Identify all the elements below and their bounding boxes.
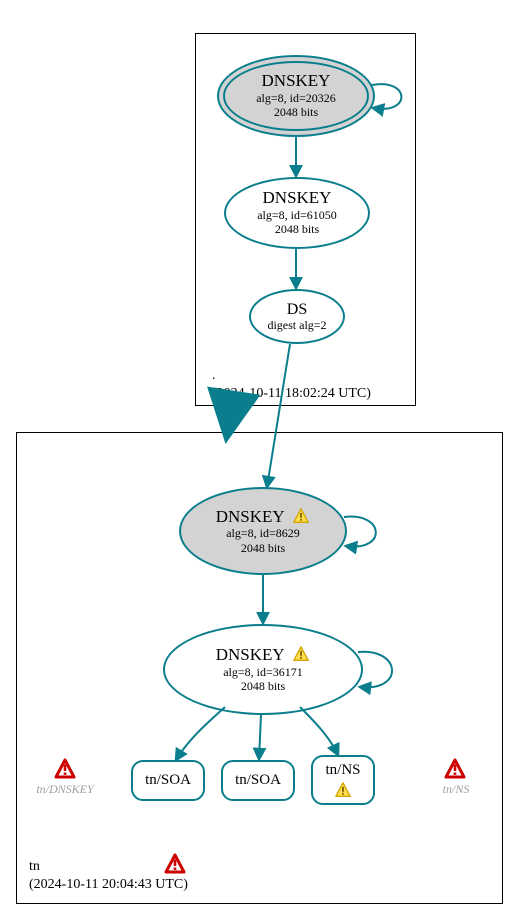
cluster-root-label: . (2024-10-11 18:02:24 UTC) <box>212 367 371 403</box>
dnskey1-alg: alg=8, id=20326 <box>256 91 336 105</box>
leaf-soa1-text: tn/SOA <box>145 772 191 789</box>
leaf-soa2-text: tn/SOA <box>235 772 281 789</box>
leaf-ns-text: tn/NS <box>325 762 360 779</box>
dnskey2-title: DNSKEY <box>263 189 332 208</box>
node-tn-soa-2[interactable]: tn/SOA <box>221 760 295 801</box>
dnskey4-title-text: DNSKEY <box>216 645 284 664</box>
node-ds[interactable]: DS digest alg=2 <box>249 289 345 344</box>
warning-icon <box>334 781 352 799</box>
dnskey3-title: DNSKEY <box>216 507 311 527</box>
ds-digest: digest alg=2 <box>267 318 326 332</box>
cluster-tn-name: tn <box>29 859 40 874</box>
dnskey1-bits: 2048 bits <box>274 105 318 119</box>
error-icon <box>444 758 466 780</box>
cluster-tn-ts: (2024-10-11 20:04:43 UTC) <box>29 877 188 892</box>
dnskey1-title: DNSKEY <box>262 72 331 91</box>
warning-icon <box>292 645 310 663</box>
ghost-tn-ns: tn/NS <box>436 782 476 797</box>
node-dnskey-61050[interactable]: DNSKEY alg=8, id=61050 2048 bits <box>224 177 370 249</box>
warning-icon <box>292 507 310 525</box>
cluster-root-name: . <box>212 368 216 383</box>
node-tn-soa-1[interactable]: tn/SOA <box>131 760 205 801</box>
error-icon <box>54 758 76 780</box>
node-dnskey-20326[interactable]: DNSKEY alg=8, id=20326 2048 bits <box>217 55 375 137</box>
dnskey3-bits: 2048 bits <box>241 541 285 555</box>
ds-title: DS <box>287 301 307 319</box>
error-icon <box>164 853 186 875</box>
dnskey4-bits: 2048 bits <box>241 679 285 693</box>
cluster-root-ts: (2024-10-11 18:02:24 UTC) <box>212 386 371 401</box>
node-dnskey-8629[interactable]: DNSKEY alg=8, id=8629 2048 bits <box>179 487 347 575</box>
dnskey3-alg: alg=8, id=8629 <box>226 526 300 540</box>
ghost-tn-dnskey: tn/DNSKEY <box>30 782 100 797</box>
dnskey2-bits: 2048 bits <box>275 222 319 236</box>
node-dnskey-36171[interactable]: DNSKEY alg=8, id=36171 2048 bits <box>163 624 363 715</box>
dnskey2-alg: alg=8, id=61050 <box>257 208 337 222</box>
dnskey4-title: DNSKEY <box>216 645 311 665</box>
dnskey3-title-text: DNSKEY <box>216 507 284 526</box>
dnskey4-alg: alg=8, id=36171 <box>223 665 303 679</box>
node-tn-ns[interactable]: tn/NS <box>311 755 375 805</box>
